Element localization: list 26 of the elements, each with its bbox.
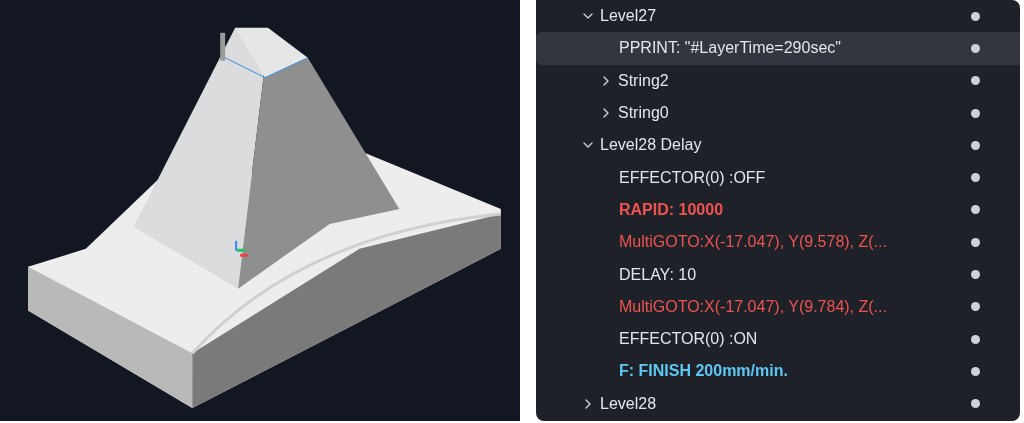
- tree-row[interactable]: Level28: [536, 387, 1020, 420]
- tree-row[interactable]: EFFECTOR(0) :OFF: [536, 161, 1020, 194]
- row-label: Level27: [600, 6, 657, 27]
- row-label: PPRINT: "#LayerTime=290sec": [619, 38, 841, 59]
- row-label: Level28: [600, 393, 657, 414]
- row-label: F: FINISH 200mm/min.: [619, 361, 788, 382]
- tree-row[interactable]: String2: [536, 64, 1020, 97]
- tree-row[interactable]: DELAY: 10: [536, 258, 1020, 291]
- row-label: Level28 Delay: [600, 135, 702, 156]
- row-label: EFFECTOR(0) :ON: [619, 329, 758, 350]
- tree-row[interactable]: String0: [536, 96, 1020, 130]
- row-label: MultiGOTO:X(-17.047), Y(9.784), Z(...: [619, 296, 887, 317]
- row-label: String0: [618, 103, 669, 124]
- tree-row[interactable]: F: FINISH 200mm/min.: [536, 355, 1020, 388]
- tree-row[interactable]: Level28 Delay: [536, 129, 1020, 162]
- row-label: EFFECTOR(0) :OFF: [619, 167, 766, 188]
- row-label: DELAY: 10: [619, 264, 697, 285]
- tree-row[interactable]: RAPID: 10000: [536, 193, 1020, 227]
- tree-row[interactable]: MultiGOTO:X(-17.047), Y(9.578), Z(...: [536, 226, 1020, 259]
- row-label: RAPID: 10000: [619, 199, 724, 220]
- row-label: MultiGOTO:X(-17.047), Y(9.578), Z(...: [619, 232, 887, 253]
- row-label: String2: [618, 70, 669, 91]
- tree-row[interactable]: MultiGOTO:X(-17.047), Y(9.784), Z(...: [536, 290, 1020, 323]
- tree-row[interactable]: PPRINT: "#LayerTime=290sec": [536, 32, 1020, 65]
- tree-row[interactable]: Level27: [536, 0, 1020, 33]
- tree-row[interactable]: EFFECTOR(0) :ON: [536, 322, 1020, 356]
